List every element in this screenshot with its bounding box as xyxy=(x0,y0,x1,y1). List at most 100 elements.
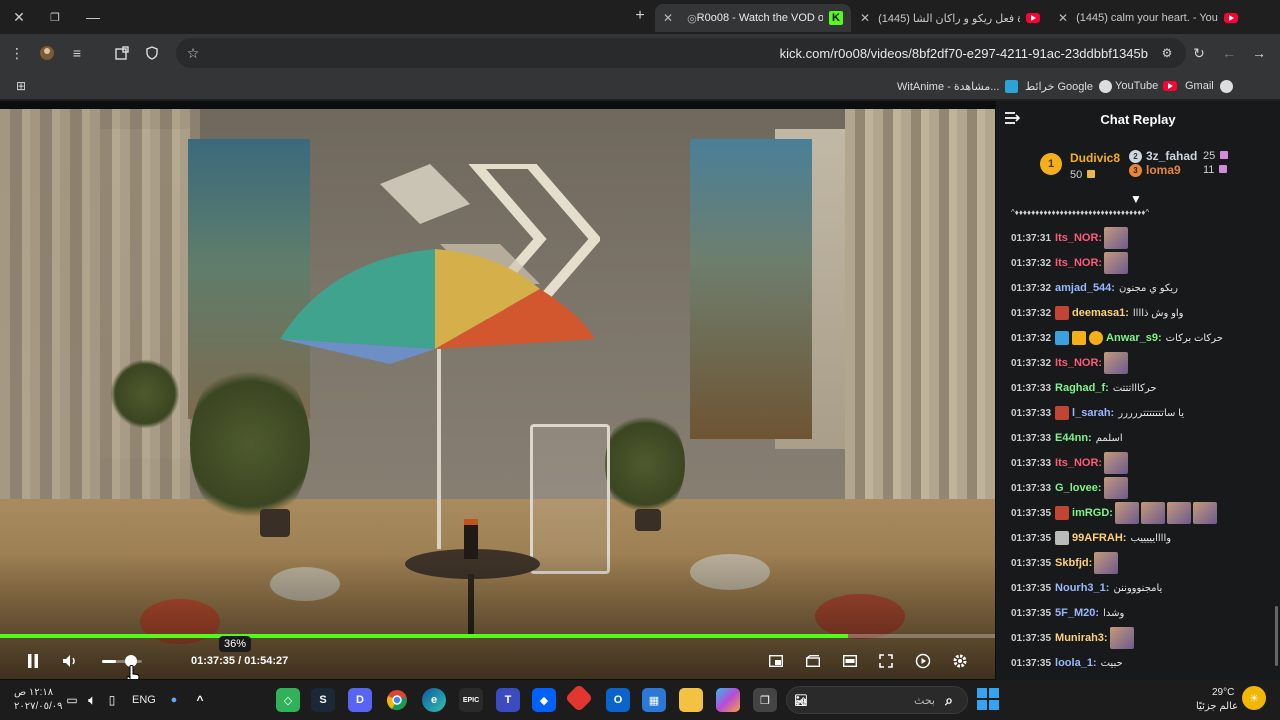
chat-emote[interactable] xyxy=(1104,452,1129,474)
chat-message[interactable]: 01:37:35 5F_M20: وشدا xyxy=(1011,602,1124,624)
chat-username[interactable]: E44nn: xyxy=(1055,432,1092,444)
chat-message[interactable]: 01:37:33 Raghad_f: حركاااتتتت xyxy=(1011,377,1157,399)
chat-username[interactable]: Skbfjd: xyxy=(1055,557,1092,569)
chat-username[interactable]: deemasa1: xyxy=(1072,307,1129,319)
chat-emote[interactable] xyxy=(1104,352,1129,374)
chat-message[interactable]: 01:37:35 loola_1: حبيت xyxy=(1011,652,1123,674)
crown-badge-icon[interactable] xyxy=(1072,331,1087,345)
site-settings-icon[interactable]: ⚙ xyxy=(1156,42,1178,64)
chat-message[interactable]: 01:37:35 imRGD: xyxy=(1011,502,1217,524)
chat-message[interactable]: 01:37:32 amjad_544: ريكو ي مجنون xyxy=(1011,277,1178,299)
chat-emote[interactable] xyxy=(1109,627,1134,649)
address-bar[interactable]: ☆ kick.com/r0o08/videos/8bf2df70-e297-42… xyxy=(176,38,1186,68)
url-text[interactable]: kick.com/r0o08/videos/8bf2df70-e297-4211… xyxy=(780,46,1148,61)
epic-games-icon[interactable]: EPIC xyxy=(459,688,483,712)
chat-emote[interactable] xyxy=(1140,502,1165,524)
battery-icon[interactable]: ▯ xyxy=(100,688,124,712)
chat-username[interactable]: Munirah3: xyxy=(1055,632,1108,644)
input-language[interactable]: ENG xyxy=(132,694,156,706)
video-player[interactable]: 36% 01:37:35 / 01:54:27 xyxy=(0,109,995,679)
seek-bar[interactable] xyxy=(0,634,995,638)
back-icon[interactable]: → xyxy=(1248,42,1270,64)
teams-icon[interactable]: T xyxy=(496,688,520,712)
bookmark-star-icon[interactable]: ☆ xyxy=(182,42,204,64)
store-icon[interactable]: ▦ xyxy=(642,688,666,712)
apps-grid-icon[interactable]: ⊞ xyxy=(10,75,32,97)
gold-badge-icon[interactable] xyxy=(1089,331,1104,345)
bookmark-gmail[interactable]: Gmail xyxy=(1185,77,1233,95)
chat-username[interactable]: 5F_M20: xyxy=(1055,607,1099,619)
shield-icon[interactable] xyxy=(141,42,163,64)
chat-emote[interactable] xyxy=(1104,252,1129,274)
expand-pinned-icon[interactable]: ▼ xyxy=(1130,192,1142,206)
weather-description[interactable]: عالم جزئيًا xyxy=(1196,701,1238,712)
tab-kick[interactable]: ✕ ◎ R0o08 - Watch the VOD on K xyxy=(655,4,851,32)
miniplayer-icon[interactable] xyxy=(766,651,786,671)
volume-icon[interactable] xyxy=(60,651,80,671)
clip-icon[interactable] xyxy=(803,651,823,671)
tab-close-icon[interactable]: ✕ xyxy=(663,11,673,25)
tab-youtube-2[interactable]: ✕ (1445) calm your heart. - YouTu xyxy=(1050,4,1246,32)
restore-window-button[interactable]: ❐ xyxy=(36,0,74,34)
chat-message-list[interactable]: ^♦♦♦♦♦♦♦♦♦♦♦♦♦♦♦♦♦♦♦♦♦♦♦♦♦♦♦♦♦♦♦♦^ 01:37… xyxy=(996,205,1280,680)
tab-close-icon[interactable]: ✕ xyxy=(860,11,870,25)
chat-username[interactable]: 99AFRAH: xyxy=(1072,532,1126,544)
file-explorer-icon[interactable] xyxy=(679,688,703,712)
chat-message[interactable]: 01:37:33 l_sarah: يا ساتتتتتتتررررر xyxy=(1011,402,1184,424)
chat-message[interactable]: 01:37:33 E44nn: اسلمم xyxy=(1011,427,1123,449)
chat-username[interactable]: Its_NOR: xyxy=(1055,232,1102,244)
chat-username[interactable]: Nourh3_1: xyxy=(1055,582,1109,594)
show-hidden-icons-chevron-icon[interactable]: ^ xyxy=(188,688,212,712)
weather-temperature[interactable]: 29°C xyxy=(1212,687,1234,698)
dropbox-icon[interactable]: ◆ xyxy=(532,688,556,712)
sword-badge-icon[interactable] xyxy=(1055,306,1070,320)
fullscreen-icon[interactable] xyxy=(876,651,896,671)
blue-badge-icon[interactable] xyxy=(1055,331,1070,345)
playback-speed-icon[interactable] xyxy=(913,651,933,671)
microphone-icon[interactable]: ● xyxy=(162,688,186,712)
leaderboard-third[interactable]: 3 loma9 11 xyxy=(1129,161,1239,181)
chat-message[interactable]: 01:37:35 Munirah3: xyxy=(1011,627,1134,649)
weather-icon[interactable]: ☀ xyxy=(1242,686,1266,710)
task-view-icon[interactable]: ❐ xyxy=(753,688,777,712)
chat-message[interactable]: 01:37:32 Its_NOR: xyxy=(1011,352,1129,374)
chat-username[interactable]: Its_NOR: xyxy=(1055,357,1102,369)
volume-slider[interactable]: 36% xyxy=(102,636,252,667)
chat-message[interactable]: 01:37:33 G_lovee: xyxy=(1011,477,1128,499)
pause-button[interactable] xyxy=(23,651,43,671)
profile-avatar-icon[interactable] xyxy=(36,42,58,64)
chat-emote[interactable] xyxy=(1094,552,1119,574)
more-menu-icon[interactable]: ⋮ xyxy=(6,42,28,64)
shield-badge-icon[interactable] xyxy=(1055,531,1070,545)
chat-message[interactable]: 01:37:35 Nourh3_1: يامجنوووننن xyxy=(1011,577,1162,599)
copilot-icon[interactable] xyxy=(716,688,740,712)
taskbar-search-input[interactable]: 🏜︎ بحث ⌕ xyxy=(786,686,968,714)
chat-message[interactable]: 01:37:31 Its_NOR: xyxy=(1011,227,1129,249)
chat-emote[interactable] xyxy=(1192,502,1217,524)
chat-username[interactable]: imRGD: xyxy=(1072,507,1113,519)
outlook-icon[interactable]: O xyxy=(606,688,630,712)
settings-gear-icon[interactable] xyxy=(950,651,970,671)
chat-message[interactable]: 01:37:32 deemasa1: واو وش ذاااا xyxy=(1011,302,1184,324)
reload-icon[interactable]: ↻ xyxy=(1188,42,1210,64)
chat-username[interactable]: G_lovee: xyxy=(1055,482,1101,494)
anydesk-icon[interactable] xyxy=(564,683,594,713)
forward-icon[interactable]: ← xyxy=(1218,42,1240,64)
reading-list-icon[interactable]: ≡ xyxy=(66,42,88,64)
chat-username[interactable]: loola_1: xyxy=(1055,657,1097,669)
chat-scrollbar[interactable] xyxy=(1275,606,1278,666)
bookmark-maps[interactable]: خرائط Google xyxy=(1025,77,1112,95)
clock-date[interactable]: ٢٠٢٧/٠٥/٠٩ xyxy=(14,701,63,712)
theater-mode-icon[interactable] xyxy=(840,651,860,671)
chat-username[interactable]: amjad_544: xyxy=(1055,282,1115,294)
clock-time[interactable]: ١٢:١٨ ص xyxy=(14,687,53,698)
chat-emote[interactable] xyxy=(1103,477,1128,499)
chat-username[interactable]: Its_NOR: xyxy=(1055,457,1102,469)
new-tab-button[interactable]: + xyxy=(630,6,650,26)
leaderboard-first[interactable]: 1 Dudivic8 50 xyxy=(1040,141,1130,181)
chat-message[interactable]: 01:37:35 99AFRAH: واااايييييب xyxy=(1011,527,1171,549)
chrome-icon[interactable] xyxy=(385,688,409,712)
chat-message[interactable]: 01:37:32 Anwar_s9: حركات بركات xyxy=(1011,327,1223,349)
sword-badge-icon[interactable] xyxy=(1055,506,1070,520)
windows-start-icon[interactable] xyxy=(977,688,999,710)
